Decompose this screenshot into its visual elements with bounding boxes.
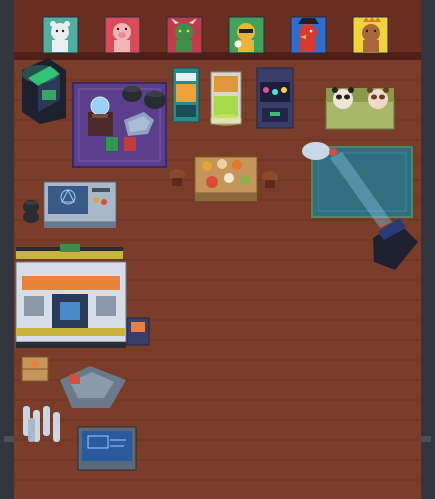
drink-cooler[interactable] — [210, 71, 242, 126]
left-wall — [0, 0, 14, 499]
supply-crate[interactable] — [21, 356, 49, 382]
right-wall — [421, 0, 435, 499]
blueprint-table[interactable] — [77, 426, 137, 471]
alchemy-bench[interactable] — [43, 181, 117, 228]
arcade-cabinet[interactable] — [22, 58, 66, 124]
right-wall-joint — [421, 436, 431, 442]
food-table[interactable] — [194, 156, 258, 201]
neon-vending-machine[interactable] — [256, 67, 294, 129]
poster-green-goblin[interactable] — [166, 16, 203, 54]
poster-brown-bear[interactable] — [352, 16, 389, 54]
panda-plush-sofa[interactable] — [325, 87, 395, 130]
poster-pink-pig[interactable] — [104, 16, 141, 54]
poster-white-bear[interactable] — [42, 16, 79, 54]
snack-vending-machine[interactable] — [172, 67, 200, 123]
left-wall-joint — [4, 436, 14, 442]
game-room-scene — [0, 0, 435, 499]
poster-red-bird[interactable] — [290, 16, 327, 54]
poster-yellow-dog[interactable] — [228, 16, 265, 54]
player-backpack[interactable] — [126, 317, 150, 346]
small-cauldron[interactable] — [23, 200, 39, 223]
